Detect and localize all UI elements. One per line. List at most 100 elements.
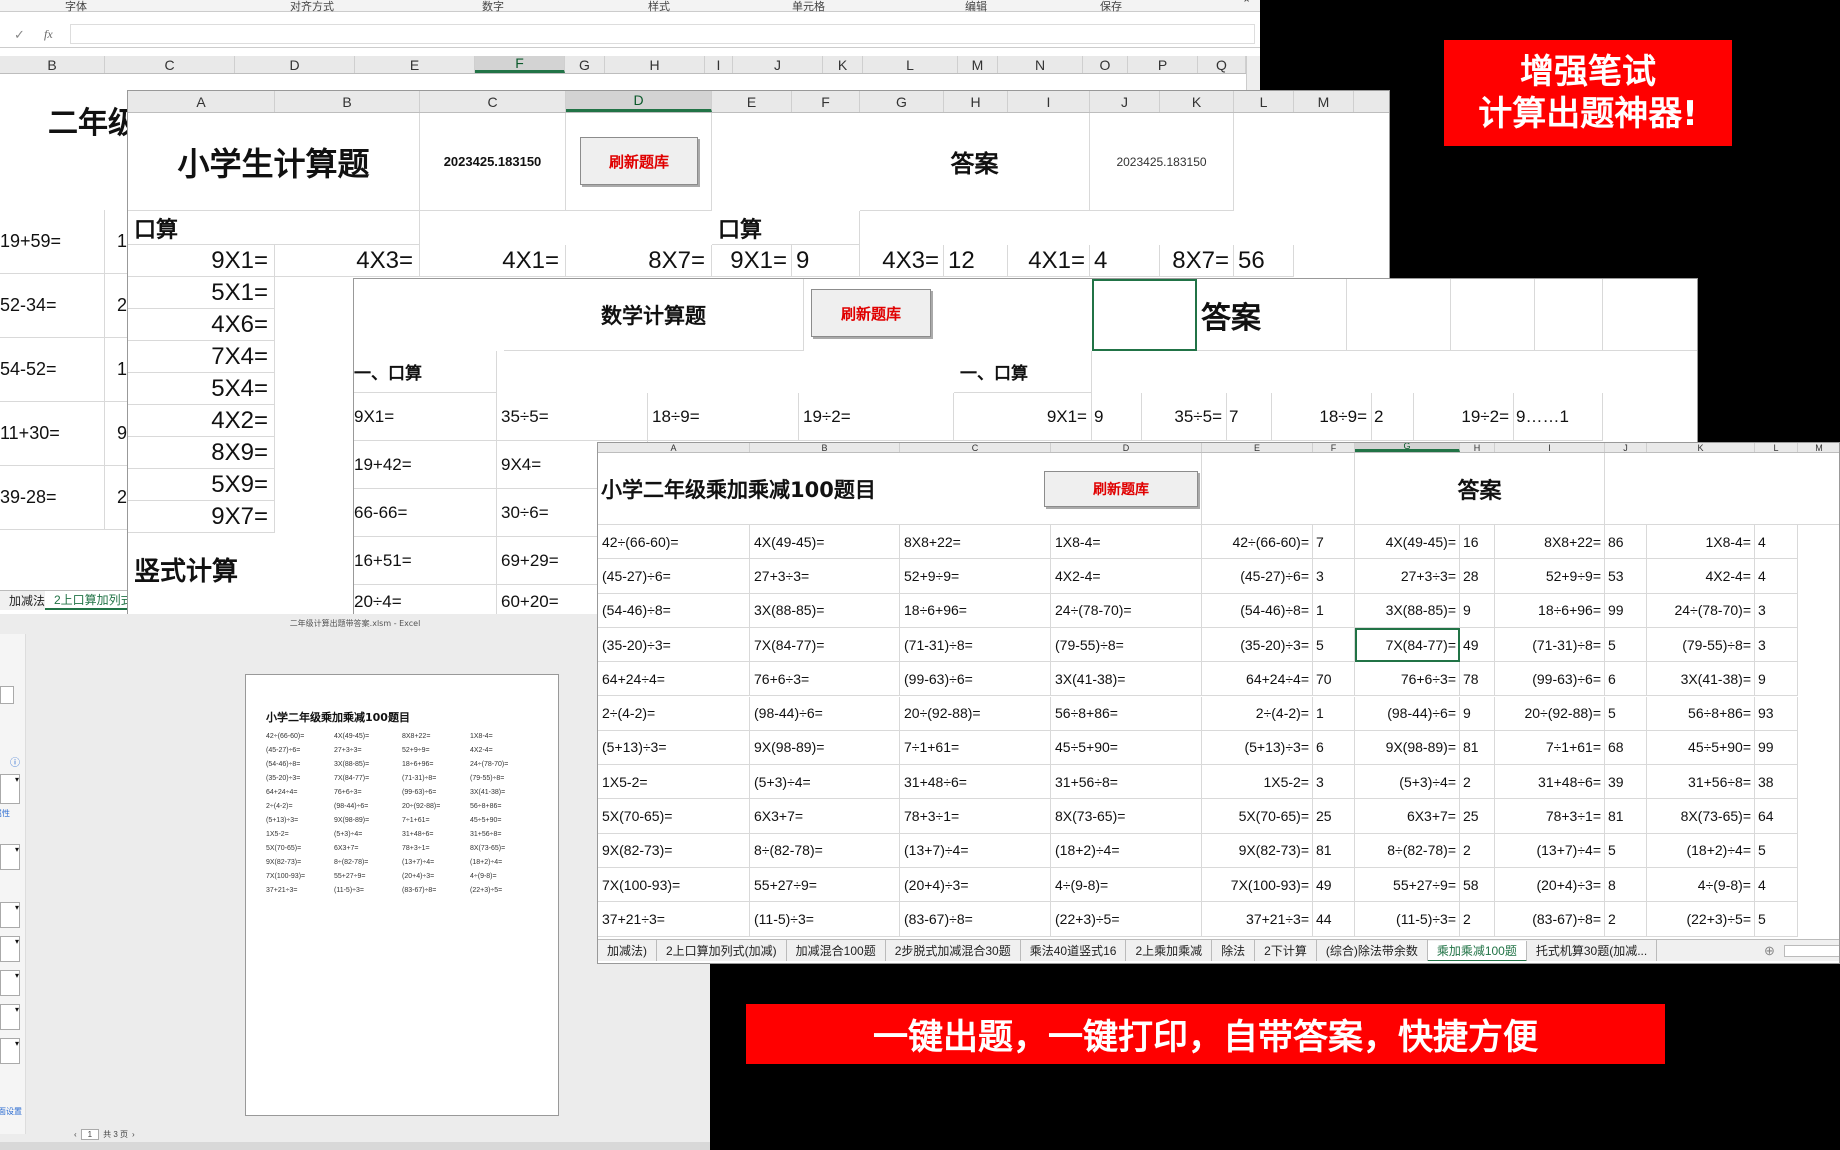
problem-cell[interactable]: 42÷(66-60)= [598,525,750,560]
answer-value[interactable]: 81 [1313,833,1355,868]
problem-cell[interactable]: 3X(88-85)= [750,593,900,628]
col-M[interactable]: M [1294,91,1354,112]
col-B[interactable]: B [275,91,420,112]
answer-value[interactable]: 81 [1460,730,1495,766]
answer-question[interactable]: 7÷1+61= [1495,730,1605,766]
answer-value[interactable]: 16 [1460,525,1495,560]
answer-question[interactable]: (22+3)÷5= [1647,902,1755,937]
problem-cell[interactable]: (5+3)÷4= [750,765,900,800]
col-G[interactable]: G [860,91,944,112]
answer-value[interactable]: 2 [1460,902,1495,937]
collapse-ribbon-icon[interactable]: ⌃ [1242,0,1251,10]
problem-cell[interactable]: (35-20)÷3= [598,627,750,663]
problem-cell[interactable]: 4X1= [420,245,566,277]
problem-cell[interactable]: 31+56÷8= [1051,765,1202,800]
col-E[interactable]: E [355,56,475,73]
col-A[interactable]: A [598,443,750,453]
col-C[interactable]: C [105,56,235,73]
prev-page-icon[interactable]: ‹ [74,1130,77,1139]
answer-question[interactable]: 9X(82-73)= [1202,833,1313,868]
answer-question[interactable]: 2÷(4-2)= [1202,696,1313,731]
ribbon-group-save[interactable]: 保存 [1100,0,1122,14]
answer-value[interactable]: 9 [1460,696,1495,731]
answer-question[interactable]: (71-31)÷8= [1495,627,1605,663]
col-G[interactable]: G [565,56,605,73]
answer-question[interactable]: (83-67)÷8= [1495,902,1605,937]
col-J[interactable]: J [1605,443,1647,453]
answer-question[interactable]: 1X5-2= [1202,765,1313,800]
answer-value[interactable]: 7 [1227,393,1272,441]
problem-cell[interactable]: 52-34= [0,274,105,338]
answer-value[interactable]: 99 [1605,593,1647,628]
answer-question[interactable]: 7X(84-77)= [1355,627,1460,663]
answer-value[interactable]: 12 [944,245,1008,277]
setting-dropdown[interactable]: ▾ [0,1004,20,1030]
add-sheet-icon[interactable]: ⊕ [1764,943,1775,959]
ribbon-group-cells[interactable]: 单元格 [792,0,825,14]
answer-value[interactable]: 49 [1460,627,1495,663]
answer-value[interactable]: 99 [1755,730,1798,766]
answer-value[interactable]: 81 [1605,799,1647,834]
formula-input[interactable] [70,24,1255,44]
answer-question[interactable]: 78+3÷1= [1495,799,1605,834]
col-F[interactable]: F [1313,443,1355,453]
problem-cell[interactable]: 31+48÷6= [900,765,1051,800]
problem-cell[interactable]: 9X(82-73)= [598,833,750,868]
answer-question[interactable]: 1X8-4= [1647,525,1755,560]
problem-cell[interactable]: 4X2= [128,405,275,437]
answer-question[interactable]: 76+6÷3= [1355,662,1460,697]
col-I[interactable]: I [705,56,733,73]
problem-cell[interactable]: 66-66= [354,489,497,537]
col-L[interactable]: L [863,56,958,73]
answer-value[interactable]: 3 [1313,559,1355,594]
sheet-tab[interactable]: 加减法) [598,940,657,961]
answer-value[interactable]: 3 [1755,593,1798,628]
sheet-tab[interactable]: 2步脱式加减混合30题 [886,940,1021,961]
answer-value[interactable]: 5 [1605,696,1647,731]
col-K[interactable]: K [823,56,863,73]
horizontal-scrollbar[interactable] [1784,945,1839,957]
problem-cell[interactable]: 6X3+7= [750,799,900,834]
col-N[interactable]: N [998,56,1083,73]
answer-value[interactable]: 4 [1755,868,1798,903]
answer-question[interactable]: 20÷(92-88)= [1495,696,1605,731]
problem-cell[interactable]: 7÷1+61= [900,730,1051,766]
problem-cell[interactable]: 8X7= [566,245,712,277]
answer-value[interactable]: 25 [1460,799,1495,834]
problem-cell[interactable]: (98-44)÷6= [750,696,900,731]
answer-question[interactable]: 9X1= [712,245,792,277]
answer-value[interactable]: 70 [1313,662,1355,697]
col-D[interactable]: D [235,56,355,73]
answer-question[interactable]: 6X3+7= [1355,799,1460,834]
copies-stepper[interactable] [0,686,14,704]
problem-cell[interactable]: 2÷(4-2)= [598,696,750,731]
problem-cell[interactable]: 18÷9= [648,393,799,441]
answer-value[interactable]: 6 [1605,662,1647,697]
problem-cell[interactable]: 9X1= [128,245,275,277]
problem-cell[interactable]: 8X(73-65)= [1051,799,1202,834]
answer-value[interactable]: 2 [1460,833,1495,868]
col-J[interactable]: J [1090,91,1160,112]
answer-question[interactable]: 4X2-4= [1647,559,1755,594]
problem-cell[interactable]: 7X4= [128,341,275,373]
answer-question[interactable]: 4X(49-45)= [1355,525,1460,560]
col-B[interactable]: B [0,56,105,73]
answer-question[interactable]: 9X(98-89)= [1355,730,1460,766]
problem-cell[interactable]: 16+51= [354,537,497,585]
problem-cell[interactable]: (54-46)÷8= [598,593,750,628]
problem-cell[interactable]: 9X7= [128,501,275,533]
answer-value[interactable]: 64 [1755,799,1798,834]
answer-question[interactable]: 8÷(82-78)= [1355,833,1460,868]
answer-value[interactable]: 25 [1313,799,1355,834]
answer-value[interactable]: 5 [1755,833,1798,868]
problem-cell[interactable]: 19+59= [0,210,105,274]
problem-cell[interactable]: 8X8+22= [900,525,1051,560]
answer-question[interactable]: 4÷(9-8)= [1647,868,1755,903]
sheet-tab[interactable]: 2下计算 [1255,940,1317,961]
problem-cell[interactable]: (71-31)÷8= [900,627,1051,663]
answer-question[interactable]: 18÷9= [1272,393,1372,441]
problem-cell[interactable]: 19÷2= [799,393,954,441]
problem-cell[interactable]: 7X(84-77)= [750,627,900,663]
answer-question[interactable]: 42÷(66-60)= [1202,525,1313,560]
answer-value[interactable]: 9 [1460,593,1495,628]
